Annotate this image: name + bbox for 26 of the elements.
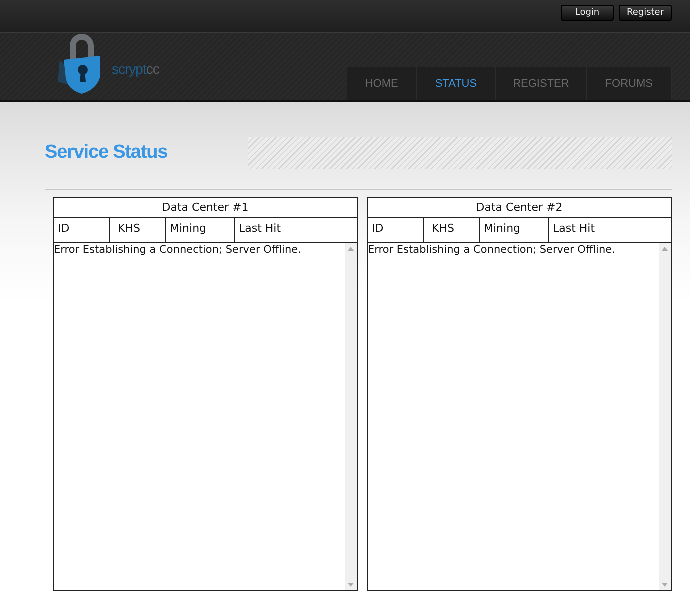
scroll-up-icon[interactable] (662, 247, 668, 251)
nav-tab[interactable]: FORUMS (587, 67, 672, 100)
scroll-down-icon[interactable] (662, 583, 668, 587)
nav-tab[interactable]: STATUS (417, 67, 496, 100)
table-title: Data Center #1 (54, 198, 357, 218)
column-header: Mining (480, 218, 549, 242)
nav-tab[interactable]: HOME (347, 67, 418, 100)
scroll-down-icon[interactable] (348, 583, 354, 587)
top-button[interactable]: Register (619, 5, 672, 21)
scrollbar[interactable] (345, 243, 357, 590)
error-message: Error Establishing a Connection; Server Offline. (54, 244, 302, 256)
scrollbar[interactable] (659, 243, 671, 590)
column-header: Mining (166, 218, 235, 242)
column-header: Last Hit (238, 221, 282, 237)
page-title: Service Status (45, 142, 168, 164)
column-header: Last Hit (552, 221, 596, 237)
top-button[interactable]: Login (561, 5, 614, 21)
column-header: KHS (424, 218, 480, 242)
nav-tab[interactable]: REGISTER (496, 67, 588, 100)
column-header: ID (368, 218, 424, 242)
column-header: ID (54, 218, 110, 242)
scroll-up-icon[interactable] (348, 247, 354, 251)
error-message: Error Establishing a Connection; Server Offline. (368, 244, 616, 256)
column-header: KHS (110, 218, 166, 242)
logo-text: scryptcc (112, 60, 160, 76)
table-title: Data Center #2 (368, 198, 671, 218)
